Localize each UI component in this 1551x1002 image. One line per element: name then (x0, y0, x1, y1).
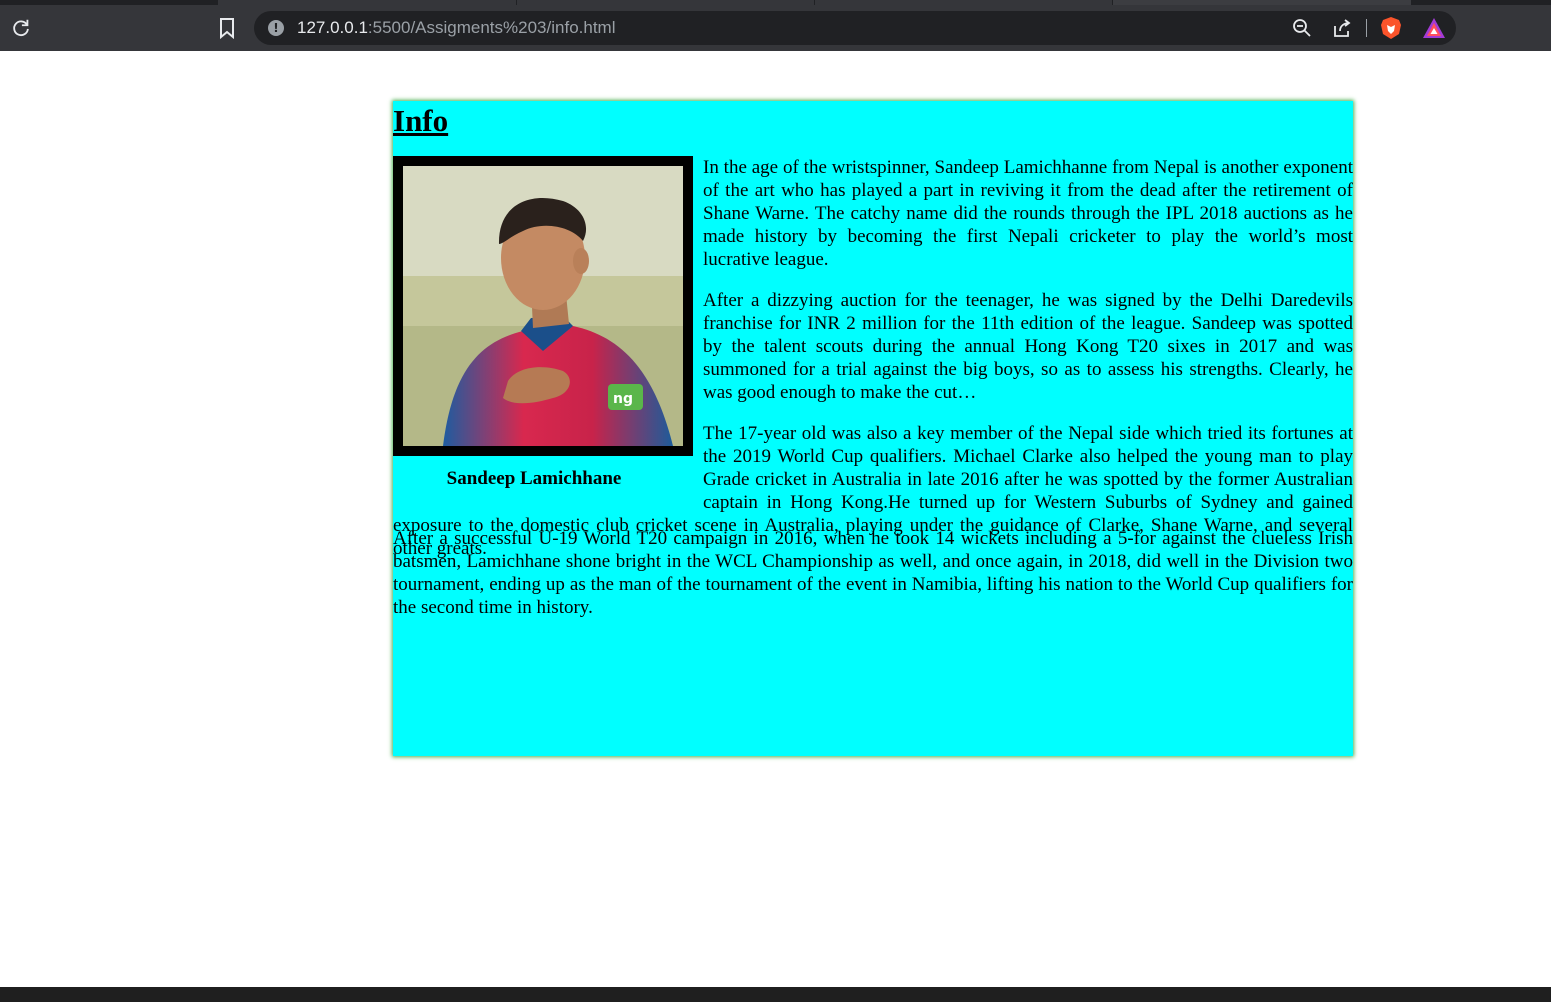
brave-rewards-icon[interactable] (1422, 17, 1446, 39)
info-card: Info ng Sandeep Lamichhane In the age of… (393, 101, 1353, 756)
site-info-icon[interactable]: ! (268, 20, 284, 36)
brave-shield-icon[interactable] (1380, 16, 1402, 40)
reload-icon[interactable] (10, 17, 32, 39)
os-taskbar (0, 987, 1551, 1002)
share-icon[interactable] (1332, 18, 1352, 38)
address-bar[interactable]: ! 127.0.0.1:5500/Assigments%203/info.htm… (254, 11, 1456, 45)
url-text[interactable]: 127.0.0.1:5500/Assigments%203/info.html (297, 18, 616, 38)
player-photo: ng (393, 156, 693, 456)
player-figure: ng Sandeep Lamichhane (393, 156, 693, 514)
url-path: :5500/Assigments%203/info.html (367, 18, 616, 37)
url-host: 127.0.0.1 (297, 18, 368, 37)
zoom-out-icon[interactable] (1292, 18, 1312, 38)
photo-caption: Sandeep Lamichhane (446, 468, 622, 489)
toolbar-separator (1366, 19, 1367, 37)
page-title: Info (393, 103, 449, 138)
player-photo-illustration: ng (403, 166, 683, 446)
paragraph-4: After a successful U-19 World T20 campai… (393, 528, 1353, 618)
bookmark-icon[interactable] (218, 17, 236, 39)
browser-toolbar: ! 127.0.0.1:5500/Assigments%203/info.htm… (0, 5, 1551, 51)
svg-text:ng: ng (613, 391, 633, 407)
info-content: ng Sandeep Lamichhane In the age of the … (393, 156, 1353, 637)
